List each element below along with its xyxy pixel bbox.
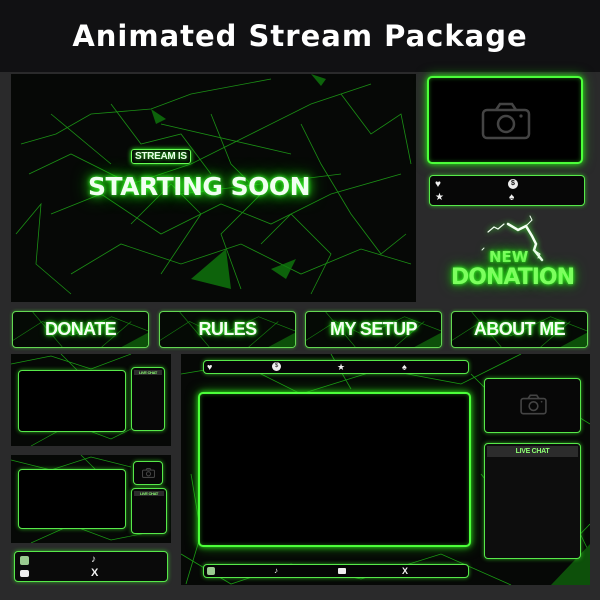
overlay-preview-1: LIVE CHAT bbox=[11, 354, 171, 446]
main-overlay-preview: ♥ $ ★ ♠ LIVE CHAT ♪ X bbox=[181, 354, 590, 585]
live-chat-box: LIVE CHAT bbox=[131, 367, 165, 431]
stream-is-badge: STREAM IS bbox=[131, 149, 191, 164]
starting-soon-title: STARTING SOON bbox=[88, 172, 311, 201]
panel-label: DONATE bbox=[44, 319, 117, 339]
youtube-icon bbox=[338, 568, 346, 574]
camera-icon bbox=[520, 394, 547, 415]
game-capture-frame bbox=[198, 392, 471, 547]
heart-icon: ♥ bbox=[207, 362, 213, 372]
live-chat-label: LIVE CHAT bbox=[487, 446, 578, 457]
instagram-icon bbox=[207, 567, 215, 575]
panel-rules[interactable]: RULES bbox=[159, 311, 296, 348]
panel-label: RULES bbox=[198, 319, 257, 339]
stats-bar: ♥ $ ★ ♠ bbox=[203, 360, 469, 374]
live-chat-label: LIVE CHAT bbox=[134, 491, 164, 496]
live-chat-label: LIVE CHAT bbox=[134, 370, 162, 375]
page-title: Animated Stream Package bbox=[72, 19, 528, 53]
panel-label: MY SETUP bbox=[330, 319, 417, 339]
drop-icon: ♠ bbox=[402, 362, 407, 372]
webcam-frame bbox=[133, 461, 163, 485]
donation-title-text: DONATION bbox=[451, 265, 575, 290]
dollar-coin-icon: $ bbox=[508, 179, 518, 189]
header-banner: Animated Stream Package bbox=[0, 0, 600, 72]
youtube-icon bbox=[20, 570, 29, 577]
star-icon: ★ bbox=[435, 192, 444, 203]
x-icon: X bbox=[91, 567, 99, 579]
tiktok-icon: ♪ bbox=[91, 554, 96, 565]
socials-bar: ♪ X bbox=[203, 564, 469, 578]
heart-icon: ♥ bbox=[435, 179, 441, 190]
drop-icon: ♠ bbox=[509, 192, 515, 203]
tiktok-icon: ♪ bbox=[274, 566, 278, 575]
panel-label: ABOUT ME bbox=[473, 319, 566, 339]
stats-bar: ♥ ★ $ ♠ bbox=[429, 175, 585, 206]
star-icon: ★ bbox=[337, 362, 346, 372]
socials-bar: ♪ X bbox=[14, 551, 168, 582]
starting-soon-screen: STREAM IS STARTING SOON bbox=[11, 74, 416, 302]
game-capture-frame bbox=[18, 469, 126, 529]
panel-donate[interactable]: DONATE bbox=[12, 311, 149, 348]
camera-icon bbox=[481, 102, 531, 140]
overlay-preview-2: LIVE CHAT bbox=[11, 455, 171, 543]
donation-new-text: NEW bbox=[489, 248, 529, 266]
live-chat-box: LIVE CHAT bbox=[131, 488, 167, 534]
x-icon: X bbox=[402, 566, 409, 576]
dollar-coin-icon: $ bbox=[272, 362, 281, 371]
game-capture-frame bbox=[18, 370, 126, 432]
webcam-frame bbox=[427, 76, 583, 164]
camera-icon bbox=[142, 468, 155, 478]
instagram-icon bbox=[20, 556, 29, 565]
webcam-frame bbox=[484, 378, 581, 433]
live-chat-box: LIVE CHAT bbox=[484, 443, 581, 559]
panel-my-setup[interactable]: MY SETUP bbox=[305, 311, 442, 348]
panel-about-me[interactable]: ABOUT ME bbox=[451, 311, 588, 348]
